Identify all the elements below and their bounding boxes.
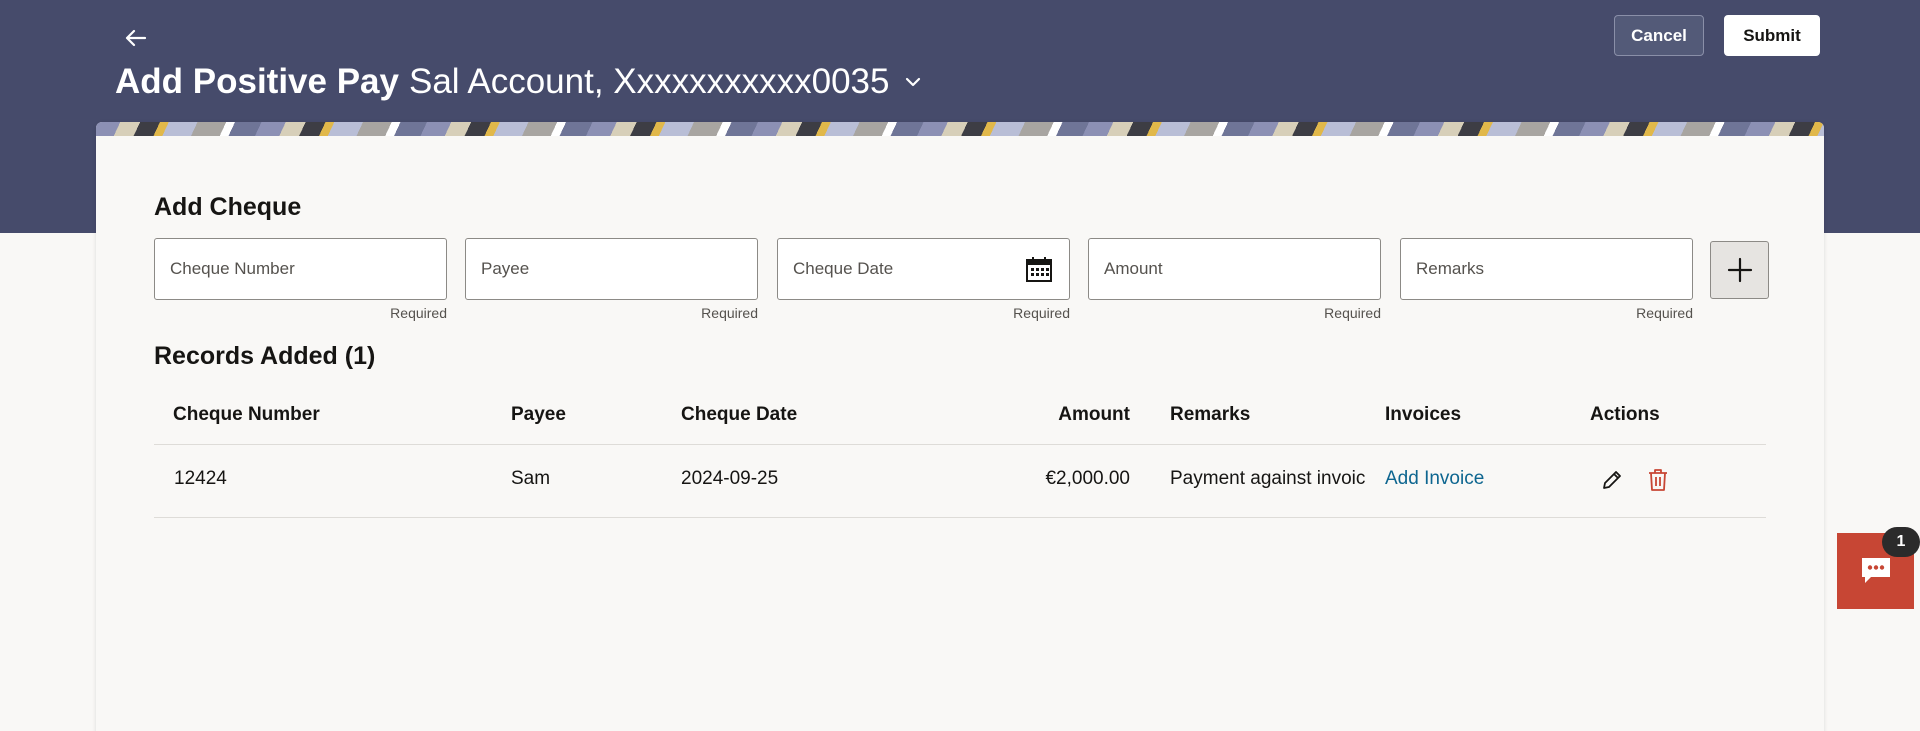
trash-icon	[1649, 469, 1667, 491]
add-cheque-button[interactable]	[1710, 241, 1769, 299]
cheque-number-required-hint: Required	[390, 305, 447, 321]
cheque-number-placeholder: Cheque Number	[170, 259, 295, 278]
arrow-left-icon	[125, 29, 147, 47]
cell-cheque-date: 2024-09-25	[681, 468, 779, 489]
column-header-amount: Amount	[1058, 404, 1130, 425]
page-title: Add Positive Pay Sal Account, Xxxxxxxxxx…	[115, 58, 923, 106]
plus-icon	[1727, 257, 1752, 283]
table-header-divider	[154, 444, 1766, 445]
account-dropdown-toggle[interactable]	[903, 72, 923, 92]
remarks-placeholder: Remarks	[1416, 259, 1485, 278]
chat-notification-badge: 1	[1882, 527, 1920, 557]
remarks-required-hint: Required	[1636, 305, 1693, 321]
chat-bubble-icon	[1861, 558, 1890, 583]
amount-required-hint: Required	[1324, 305, 1381, 321]
payee-placeholder: Payee	[481, 259, 530, 278]
account-selector-value[interactable]: Sal Account, Xxxxxxxxxxx0035	[409, 62, 890, 102]
back-button[interactable]	[120, 22, 152, 54]
column-header-remarks: Remarks	[1170, 404, 1251, 425]
column-header-cheque-number: Cheque Number	[173, 404, 320, 425]
pencil-icon	[1603, 471, 1621, 489]
calendar-icon[interactable]	[1025, 255, 1053, 283]
column-header-actions: Actions	[1590, 404, 1660, 425]
cheque-date-required-hint: Required	[1013, 305, 1070, 321]
chevron-down-icon	[906, 77, 921, 87]
submit-button[interactable]: Submit	[1724, 15, 1820, 56]
column-header-payee: Payee	[511, 404, 566, 425]
table-row-divider	[154, 517, 1766, 518]
cell-payee: Sam	[511, 468, 551, 489]
amount-placeholder: Amount	[1104, 259, 1163, 278]
page-title-text: Add Positive Pay	[115, 62, 399, 101]
cancel-button[interactable]: Cancel	[1614, 15, 1704, 56]
cheque-number-input[interactable]: Cheque Number	[154, 238, 447, 300]
column-header-invoices: Invoices	[1385, 404, 1462, 425]
cheque-date-placeholder: Cheque Date	[793, 259, 894, 278]
add-cheque-heading: Add Cheque	[154, 193, 302, 221]
edit-record-button[interactable]	[1599, 467, 1625, 493]
main-card	[96, 122, 1824, 731]
payee-input[interactable]: Payee	[465, 238, 758, 300]
amount-input[interactable]: Amount	[1088, 238, 1381, 300]
column-header-cheque-date: Cheque Date	[681, 404, 798, 425]
delete-record-button[interactable]	[1645, 467, 1671, 493]
cell-remarks: Payment against invoice	[1170, 468, 1366, 489]
payee-required-hint: Required	[701, 305, 758, 321]
add-invoice-link[interactable]: Add Invoice	[1385, 468, 1484, 490]
records-added-heading: Records Added (1)	[154, 342, 376, 370]
cheque-date-input[interactable]: Cheque Date	[777, 238, 1070, 300]
cell-amount: €2,000.00	[1045, 468, 1130, 489]
cell-cheque-number: 12424	[174, 468, 227, 489]
remarks-input[interactable]: Remarks	[1400, 238, 1693, 300]
card-banner-pattern	[96, 122, 1824, 136]
